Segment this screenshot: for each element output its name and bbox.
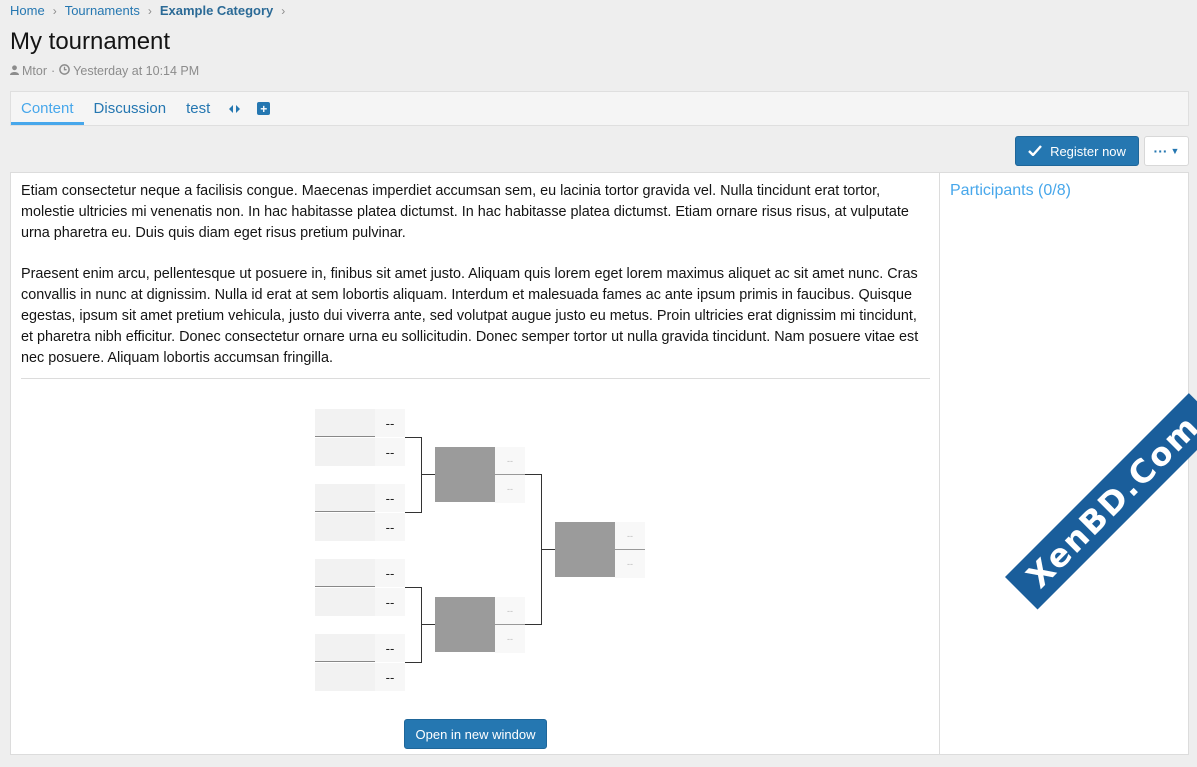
caret-down-icon: ▼	[1170, 146, 1180, 156]
main-content-panel: Etiam consectetur neque a facilisis cong…	[10, 172, 940, 755]
slot-score: --	[375, 559, 405, 587]
bracket-slot[interactable]: --	[315, 513, 405, 541]
register-now-label: Register now	[1050, 143, 1126, 159]
bracket-connector	[421, 474, 435, 475]
slot-score: --	[375, 588, 405, 616]
bracket-connector	[525, 474, 541, 475]
open-new-window-button[interactable]: Open in new window	[404, 719, 547, 749]
bracket-connector	[405, 512, 421, 513]
author-link[interactable]: Mtor	[22, 64, 47, 78]
slot-score: --	[375, 634, 405, 662]
chevron-right-icon: ›	[281, 3, 286, 18]
bracket-slot[interactable]: --	[315, 438, 405, 466]
tab-test[interactable]: test	[176, 92, 220, 125]
page-meta: Mtor · Yesterday at 10:14 PM	[10, 64, 199, 78]
tab-discussion[interactable]: Discussion	[84, 92, 177, 125]
participants-heading[interactable]: Participants (0/8)	[950, 182, 1071, 200]
chevron-right-icon: ›	[147, 3, 152, 18]
bracket-match-box[interactable]	[435, 597, 495, 652]
slot-score: --	[375, 409, 405, 437]
page-title: My tournament	[10, 28, 171, 55]
code-arrows-icon[interactable]	[220, 92, 249, 125]
slot-score: --	[495, 625, 525, 653]
slot-score: --	[375, 663, 405, 691]
description-paragraph-1: Etiam consectetur neque a facilisis cong…	[21, 183, 909, 241]
plus-square-icon: +	[257, 102, 271, 115]
chevron-right-icon: ›	[52, 3, 57, 18]
breadcrumb-category[interactable]: Example Category	[160, 3, 273, 18]
bracket-connector	[541, 549, 555, 550]
score-divider	[615, 549, 645, 550]
slot-score: --	[375, 438, 405, 466]
tournament-description: Etiam consectetur neque a facilisis cong…	[21, 181, 931, 389]
bracket-connector	[405, 587, 421, 588]
meta-separator: ·	[51, 64, 56, 78]
bracket-final-box[interactable]	[555, 522, 615, 577]
slot-score: --	[495, 447, 525, 475]
ellipsis-icon: ···	[1153, 143, 1168, 159]
bracket-slot[interactable]: --	[315, 559, 405, 587]
score-divider	[495, 624, 525, 625]
description-paragraph-2: Praesent enim arcu, pellentesque ut posu…	[21, 266, 919, 366]
bracket-connector	[421, 624, 435, 625]
bracket-slot[interactable]: --	[315, 588, 405, 616]
add-tab-icon[interactable]: +	[249, 92, 278, 125]
bracket-match-box[interactable]	[435, 447, 495, 502]
bracket-connector	[405, 662, 421, 663]
bracket-slot[interactable]: --	[315, 663, 405, 691]
tab-content[interactable]: Content	[11, 92, 84, 125]
timestamp: Yesterday at 10:14 PM	[73, 64, 200, 78]
check-icon	[1028, 144, 1042, 159]
tournament-bracket: -- -- -- -- -- -- -- -- -- -- -- -- -- -…	[311, 403, 661, 703]
score-divider	[495, 474, 525, 475]
tab-bar: Content Discussion test +	[10, 91, 1189, 126]
bracket-connector	[421, 437, 422, 513]
slot-score: --	[495, 475, 525, 503]
breadcrumb-home[interactable]: Home	[10, 3, 45, 18]
bracket-slot[interactable]: --	[315, 484, 405, 512]
bracket-connector	[405, 437, 421, 438]
clock-icon	[59, 64, 71, 78]
more-options-button[interactable]: ··· ▼	[1144, 136, 1189, 166]
content-divider	[21, 378, 930, 379]
slot-score: --	[615, 550, 645, 578]
bracket-slot[interactable]: --	[315, 409, 405, 437]
slot-score: --	[495, 597, 525, 625]
bracket-connector	[421, 587, 422, 663]
breadcrumb: Home › Tournaments › Example Category ›	[10, 3, 293, 18]
slot-score: --	[375, 513, 405, 541]
slot-score: --	[375, 484, 405, 512]
bracket-slot[interactable]: --	[315, 634, 405, 662]
user-icon	[10, 64, 19, 78]
bracket-connector	[525, 624, 541, 625]
slot-score: --	[615, 522, 645, 550]
breadcrumb-tournaments[interactable]: Tournaments	[65, 3, 140, 18]
register-now-button[interactable]: Register now	[1015, 136, 1139, 166]
